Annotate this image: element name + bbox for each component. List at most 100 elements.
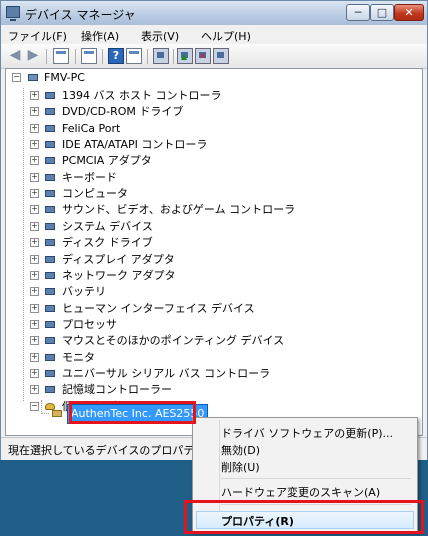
menu-disable[interactable]: 無効(D) [221, 442, 260, 458]
tree-item-system[interactable]: + システム デバイス [6, 218, 416, 236]
properties-icon[interactable] [81, 48, 97, 64]
tree-item-processor[interactable]: + プロセッサ [6, 316, 416, 334]
tree-item-network[interactable]: + ネットワーク アダプタ [6, 267, 416, 285]
collapse-icon[interactable]: − [12, 73, 21, 82]
expand-icon[interactable]: + [30, 140, 39, 150]
battery-device-icon [43, 285, 58, 299]
tree-item-label: モニタ [62, 350, 95, 364]
expand-icon[interactable]: + [30, 107, 39, 117]
tree-item-pcmcia[interactable]: + PCMCIA アダプタ [6, 152, 416, 170]
toolbar-separator [102, 49, 103, 64]
tree-item-storage[interactable]: + 記憶域コントローラー [6, 381, 416, 399]
tree-item-usb[interactable]: + ユニバーサル シリアル バス コントローラ [6, 365, 416, 383]
toolbar-separator [147, 49, 148, 64]
expand-icon[interactable]: + [30, 189, 39, 199]
action-pane-icon[interactable] [126, 48, 142, 64]
close-button[interactable]: ✕ [394, 4, 424, 21]
toolbar-separator [46, 49, 47, 64]
tree-root[interactable]: − FMV-PC [6, 69, 416, 87]
tree-item-label: FeliCa Port [62, 121, 121, 135]
tree-item-label: ユニバーサル シリアル バス コントローラ [62, 366, 271, 380]
expand-icon[interactable]: + [30, 172, 39, 182]
system-device-icon [43, 220, 58, 234]
help-icon[interactable]: ? [108, 48, 124, 64]
maximize-button[interactable]: □ [370, 4, 394, 21]
device-manager-window: デバイス マネージャ ─ □ ✕ ファイル(F) 操作(A) 表示(V) ヘルプ… [0, 0, 428, 460]
tree-item-battery[interactable]: + バッテリ [6, 283, 416, 301]
tree-item-disc[interactable]: + DVD/CD-ROM ドライブ [6, 103, 416, 121]
disable-device-icon[interactable] [213, 48, 229, 64]
expand-icon[interactable]: + [30, 205, 39, 215]
pcmcia-device-icon [43, 154, 58, 168]
expand-icon[interactable]: + [30, 221, 39, 231]
tree-item-computer[interactable]: + コンピュータ [6, 185, 416, 203]
highlight-box-device [69, 401, 196, 424]
expand-icon[interactable]: + [30, 91, 39, 100]
expand-icon[interactable]: + [30, 156, 39, 166]
tree-item-keyboard[interactable]: + キーボード [6, 169, 416, 187]
menu-scan-hardware[interactable]: ハードウェア変更のスキャン(A) [221, 484, 380, 500]
tree-item-label: コンピュータ [62, 187, 128, 201]
display-device-icon [43, 253, 58, 267]
tree-item-label: キーボード [62, 170, 117, 184]
tree-item-hid[interactable]: + ヒューマン インターフェイス デバイス [6, 300, 416, 318]
tree-item-label: サウンド、ビデオ、およびゲーム コントローラ [62, 203, 296, 217]
menu-file[interactable]: ファイル(F) [8, 28, 67, 44]
title-bar[interactable]: デバイス マネージャ ─ □ ✕ [1, 1, 427, 25]
scan-hardware-icon[interactable] [153, 48, 169, 64]
tree-item-label: IDE ATA/ATAPI コントローラ [62, 138, 208, 152]
computer-icon [26, 71, 41, 85]
fingerprint-device-icon [50, 407, 65, 421]
highlight-box-properties [184, 500, 424, 534]
tree-item-card[interactable]: + FeliCa Port [6, 120, 416, 138]
toolbar-separator [173, 49, 174, 64]
tree-item-label: DVD/CD-ROM ドライブ [62, 105, 184, 119]
tree-item-sound[interactable]: + サウンド、ビデオ、およびゲーム コントローラ [6, 201, 416, 219]
back-arrow-icon[interactable]: ◀ [7, 48, 23, 64]
tree-item-mouse[interactable]: + マウスとそのほかのポインティング デバイス [6, 332, 416, 350]
expand-icon[interactable]: + [30, 336, 39, 346]
expand-icon[interactable]: + [30, 254, 39, 264]
toolbar: ◀ ▶ ? [1, 44, 427, 69]
menu-uninstall[interactable]: 削除(U) [221, 459, 260, 475]
keyboard-device-icon [43, 171, 58, 185]
tree-item-monitor[interactable]: + モニタ [6, 349, 416, 367]
disc-device-icon [43, 105, 58, 119]
expand-icon[interactable]: + [30, 368, 39, 378]
expand-icon[interactable]: + [30, 123, 39, 133]
network-device-icon [43, 269, 58, 283]
tree-item-ide[interactable]: + IDE ATA/ATAPI コントローラ [6, 136, 416, 154]
expand-icon[interactable]: + [30, 303, 39, 313]
menu-view[interactable]: 表示(V) [141, 28, 179, 44]
uninstall-device-icon[interactable] [195, 48, 211, 64]
storage-device-icon [43, 383, 58, 397]
menu-update-driver[interactable]: ドライバ ソフトウェアの更新(P)... [221, 425, 393, 441]
show-hide-console-tree-icon[interactable] [53, 48, 69, 64]
card-device-icon [43, 122, 58, 136]
processor-device-icon [43, 318, 58, 332]
tree-item-label: 1394 バス ホスト コントローラ [62, 89, 222, 102]
forward-arrow-icon[interactable]: ▶ [25, 48, 41, 64]
expand-icon[interactable]: + [30, 287, 39, 297]
expand-icon[interactable]: + [30, 352, 39, 362]
tree-item-label: PCMCIA アダプタ [62, 154, 152, 168]
tree-item-label: ディスプレイ アダプタ [62, 252, 175, 266]
menu-action[interactable]: 操作(A) [81, 28, 119, 44]
menu-help[interactable]: ヘルプ(H) [201, 28, 251, 44]
expand-icon[interactable]: + [30, 238, 39, 248]
tree-item-label: ヒューマン インターフェイス デバイス [62, 301, 255, 315]
tree-item-disk[interactable]: + ディスク ドライブ [6, 234, 416, 252]
update-driver-icon[interactable] [177, 48, 193, 64]
minimize-button[interactable]: ─ [346, 4, 370, 21]
tree-item-bus[interactable]: +1394 バス ホスト コントローラ [6, 87, 416, 105]
mouse-device-icon [43, 334, 58, 348]
tree-item-label: プロセッサ [62, 317, 117, 331]
tree-item-display[interactable]: + ディスプレイ アダプタ [6, 251, 416, 269]
expand-icon[interactable]: + [30, 319, 39, 329]
menu-bar: ファイル(F) 操作(A) 表示(V) ヘルプ(H) [1, 25, 427, 44]
expand-icon[interactable]: + [30, 385, 39, 395]
toolbar-separator [75, 49, 76, 64]
tree-item-label: バッテリ [62, 285, 106, 299]
expand-icon[interactable]: + [30, 270, 39, 280]
bus-device-icon [43, 89, 58, 103]
